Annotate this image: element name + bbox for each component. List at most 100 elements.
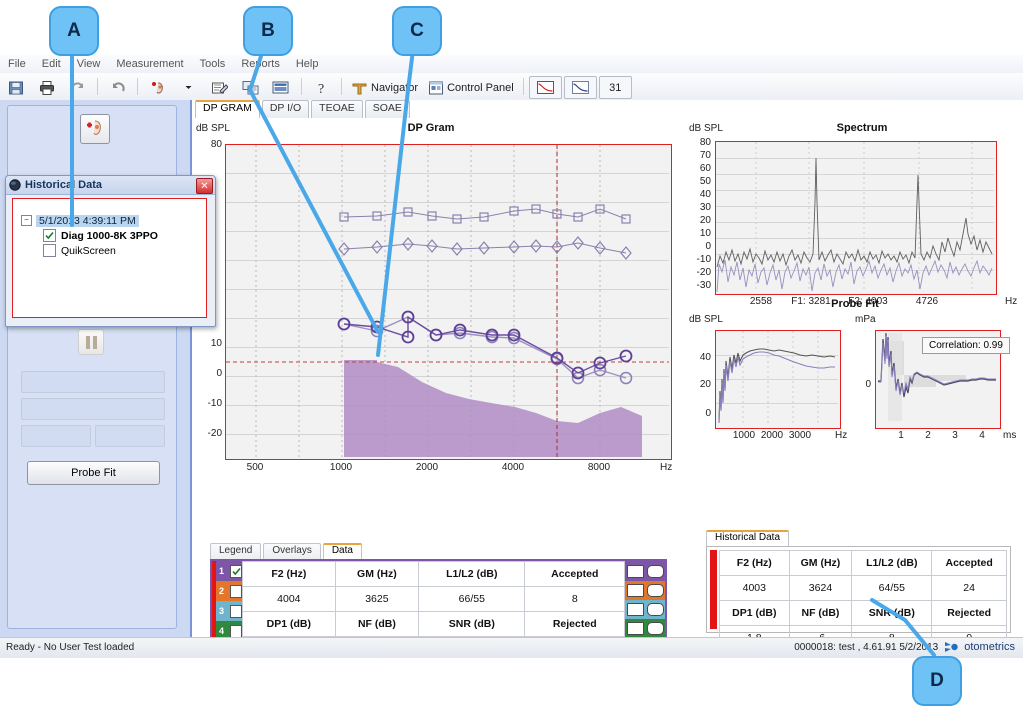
- swatch-row-4[interactable]: 4: [216, 621, 242, 637]
- swatch-row-2[interactable]: 2: [216, 581, 242, 601]
- probe-fit-ytick-20: 20: [699, 379, 711, 390]
- action-row-2[interactable]: [625, 581, 665, 600]
- probe-fit-mpa-ytick-0: 0: [865, 379, 871, 390]
- hist-header-accepted: Accepted: [931, 550, 1007, 576]
- help-icon[interactable]: ?: [307, 76, 336, 99]
- tree-session-label: 5/1/2013 4:39:11 PM: [36, 214, 139, 227]
- navigator-label: Navigator: [371, 81, 419, 94]
- comment-icon-1[interactable]: [647, 564, 664, 578]
- tab-legend[interactable]: Legend: [210, 543, 262, 560]
- tree-item-diag[interactable]: Diag 1000-8K 3PPO: [43, 228, 206, 243]
- action-row-3[interactable]: [625, 600, 665, 619]
- red-curve-icon[interactable]: [528, 76, 562, 99]
- patient-ear-icon[interactable]: [143, 76, 172, 99]
- swatch-num-4: 4: [219, 626, 225, 636]
- dp-gram-ytick-0: 0: [216, 368, 222, 379]
- tree-session-row[interactable]: − 5/1/2013 4:39:11 PM: [21, 213, 206, 228]
- menu-item-edit[interactable]: Edit: [34, 55, 69, 72]
- hist-value-accepted: 24: [931, 575, 1007, 601]
- historical-tree[interactable]: − 5/1/2013 4:39:11 PM Diag 1000-8K 3PPO …: [12, 198, 207, 318]
- hist-header-f2: F2 (Hz): [719, 550, 790, 576]
- spectrum-plot[interactable]: [715, 141, 997, 295]
- spectrum-ytick-70: 70: [699, 150, 711, 161]
- tab-dp-gram[interactable]: DP GRAM: [195, 100, 260, 118]
- menu-item-reports[interactable]: Reports: [233, 55, 288, 72]
- tree-item-diag-label: Diag 1000-8K 3PPO: [61, 229, 158, 242]
- probe-fit-mpa-ylabel: mPa: [855, 314, 876, 325]
- close-icon[interactable]: ✕: [196, 178, 213, 194]
- table-row: 4004 3625 66/55 8: [242, 586, 625, 612]
- probe-ear-icon[interactable]: [80, 114, 110, 144]
- data-value-accepted: 8: [524, 586, 625, 612]
- tab-historical-data[interactable]: Historical Data: [706, 530, 790, 547]
- comment-icon-3[interactable]: [647, 603, 664, 616]
- tab-overlays[interactable]: Overlays: [263, 543, 321, 560]
- print-icon[interactable]: [32, 76, 61, 99]
- tree-item-quikscreen[interactable]: QuikScreen: [43, 243, 206, 258]
- menu-item-help[interactable]: Help: [288, 55, 327, 72]
- callout-c: C: [392, 6, 442, 56]
- info-field-3: [21, 425, 91, 447]
- undo-icon[interactable]: [103, 76, 132, 99]
- blue-curve-icon[interactable]: [563, 76, 597, 99]
- historical-red-bar: [710, 550, 717, 629]
- tab-dp-io[interactable]: DP I/O: [261, 100, 310, 118]
- menu-item-file[interactable]: File: [0, 55, 34, 72]
- save-icon[interactable]: [1, 76, 30, 99]
- hist-header-snr: SNR (dB): [851, 600, 933, 626]
- collapse-icon[interactable]: −: [21, 215, 32, 226]
- report-icon[interactable]: [267, 76, 296, 99]
- tab-teoae[interactable]: TEOAE: [311, 100, 363, 118]
- info-field-1: [21, 371, 165, 393]
- application-window: File Edit View Measurement Tools Reports…: [0, 55, 1023, 637]
- control-panel-button[interactable]: Control Panel: [424, 76, 518, 99]
- comment-icon-4[interactable]: [647, 622, 664, 635]
- navigator-button[interactable]: Navigator: [347, 76, 422, 99]
- action-row-1[interactable]: [625, 561, 665, 581]
- tab-soae[interactable]: SOAE: [364, 100, 410, 118]
- menu-item-view[interactable]: View: [69, 55, 109, 72]
- menu-item-tools[interactable]: Tools: [192, 55, 234, 72]
- swatch-check-1[interactable]: [230, 564, 242, 578]
- swatch-row-1[interactable]: 1: [216, 561, 242, 581]
- swatch-check-3[interactable]: [230, 604, 242, 618]
- probe-fit-spl-plot[interactable]: [715, 330, 841, 429]
- redo-icon[interactable]: [63, 76, 92, 99]
- dp-gram-xtick-500: 500: [246, 462, 264, 473]
- data-panel: Legend Overlays Data 1 2 3 4 F2 (Hz) GM …: [210, 543, 667, 637]
- historical-data-dialog[interactable]: Historical Data ✕ − 5/1/2013 4:39:11 PM …: [5, 175, 216, 327]
- hist-header-dp1: DP1 (dB): [719, 600, 790, 626]
- dp-gram-plot[interactable]: [225, 144, 672, 460]
- toolbar-separator-3: [301, 78, 302, 95]
- edit-icon[interactable]: [205, 76, 234, 99]
- grid-icon-1[interactable]: [627, 564, 644, 578]
- data-header-f2: F2 (Hz): [242, 561, 336, 587]
- info-field-2: [21, 398, 165, 420]
- dp-gram-xtick-4000: 4000: [501, 462, 525, 473]
- data-table-container: 1 2 3 4 5: [210, 559, 667, 637]
- grid-icon-2[interactable]: [627, 584, 644, 597]
- dialog-title-bar[interactable]: Historical Data ✕: [6, 176, 215, 195]
- data-header-rejected: Rejected: [524, 611, 625, 637]
- probe-fit-button[interactable]: Probe Fit: [27, 461, 160, 485]
- calendar-button[interactable]: 31: [598, 76, 632, 99]
- grid-icon-3[interactable]: [627, 603, 644, 616]
- swatch-check-2[interactable]: [230, 584, 242, 598]
- swatch-row-3[interactable]: 3: [216, 601, 242, 621]
- menu-item-measurement[interactable]: Measurement: [108, 55, 191, 72]
- dropdown-arrow-icon[interactable]: [174, 76, 203, 99]
- pause-button[interactable]: [78, 329, 104, 355]
- tree-checkbox-diag[interactable]: [43, 229, 56, 242]
- grid-icon-4[interactable]: [627, 622, 644, 635]
- data-header-accepted: Accepted: [524, 561, 625, 587]
- hist-value-dp1: 1.8: [719, 625, 790, 637]
- swatch-check-4[interactable]: [230, 624, 242, 637]
- tab-data[interactable]: Data: [322, 543, 362, 560]
- dialog-globe-icon: [9, 179, 21, 191]
- tree-checkbox-quikscreen[interactable]: [43, 244, 56, 257]
- comment-icon-2[interactable]: [647, 584, 664, 597]
- dp-gram-xtick-8000: 8000: [587, 462, 611, 473]
- copy-icon[interactable]: [236, 76, 265, 99]
- data-swatch-column: 1 2 3 4 5: [216, 561, 242, 637]
- action-row-4[interactable]: [625, 619, 665, 637]
